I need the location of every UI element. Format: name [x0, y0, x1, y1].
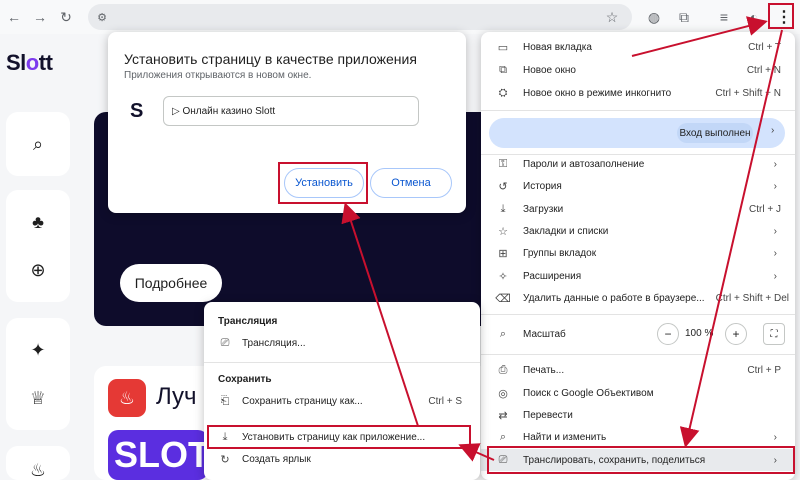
new-tab-icon: ▭ — [497, 41, 509, 54]
section-title: Луч — [156, 383, 197, 410]
search-card[interactable]: ⌕ — [6, 112, 70, 176]
menu-item-google-lens[interactable]: ◎ Поиск с Google Объективом — [481, 382, 795, 404]
find-icon: ⌕ — [499, 430, 507, 443]
reload-icon[interactable]: ↻ — [56, 7, 76, 27]
media-icon[interactable]: ≡ — [714, 7, 734, 27]
app-name-field[interactable]: ▷ Онлайн казино Slott — [163, 96, 419, 126]
badge-icon[interactable]: ✦ — [18, 330, 58, 370]
bookmark-star-icon[interactable]: ☆ — [602, 7, 622, 27]
tab-groups-icon: ⊞ — [498, 247, 508, 260]
download-icon: ⤓ — [500, 202, 506, 215]
submenu-header-cast: Трансляция — [218, 316, 278, 327]
category-card-3: ♨ — [6, 446, 70, 480]
zoom-in-button[interactable]: + — [725, 323, 747, 345]
menu-item-incognito[interactable]: ⛭ Новое окно в режиме инкогнито Ctrl + S… — [481, 82, 795, 104]
submenu-item-cast[interactable]: ⎚ Трансляция... — [204, 332, 480, 354]
menu-item-zoom: ⌕ Масштаб — [481, 322, 795, 346]
menu-item-downloads[interactable]: ⤓ Загрузки Ctrl + J — [481, 198, 795, 220]
menu-item-print[interactable]: ⎙ Печать... Ctrl + P — [481, 359, 795, 381]
chevron-right-icon: › — [773, 431, 777, 443]
save-icon: ⎗ — [220, 394, 230, 407]
cast-save-share-submenu: Трансляция ⎚ Трансляция... Сохранить ⎗ С… — [204, 302, 480, 480]
chevron-right-icon: › — [773, 247, 777, 259]
chevron-right-icon: › — [773, 225, 777, 237]
site-settings-icon[interactable]: ⚙ — [92, 7, 112, 27]
menu-item-extensions[interactable]: ✧ Расширения › — [481, 265, 795, 287]
category-card: ♣ ⊕ — [6, 190, 70, 302]
menu-item-new-window[interactable]: ⧉ Новое окно Ctrl + N — [481, 59, 795, 81]
key-icon: ⚿ — [498, 157, 508, 170]
highlight-install-item — [207, 425, 471, 449]
submenu-item-save-page[interactable]: ⎗ Сохранить страницу как... Ctrl + S — [204, 390, 480, 412]
menu-item-passwords[interactable]: ⚿ Пароли и автозаполнение › — [481, 153, 795, 175]
cancel-button[interactable]: Отмена — [370, 168, 452, 198]
menu-divider — [481, 314, 795, 315]
dialog-subtitle: Приложения открываются в новом окне. — [124, 70, 312, 81]
menu-item-bookmarks[interactable]: ☆ Закладки и списки › — [481, 220, 795, 242]
app-icon: S — [130, 100, 144, 122]
trophy-icon[interactable]: ♕ — [18, 378, 58, 418]
game-tile[interactable]: SLOT — [108, 430, 208, 480]
search-icon: ⌕ — [32, 133, 44, 154]
submenu-header-save: Сохранить — [218, 374, 272, 385]
site-logo[interactable]: Slott — [6, 50, 53, 76]
highlight-cast-item — [487, 446, 795, 474]
more-button[interactable]: Подробнее — [120, 264, 222, 302]
trash-icon: ⌫ — [495, 292, 511, 305]
dialog-title: Установить страницу в качестве приложени… — [124, 51, 417, 67]
chevron-right-icon: › — [773, 180, 777, 192]
history-icon: ↺ — [498, 180, 508, 193]
zoom-out-button[interactable]: − — [657, 323, 679, 345]
chevron-right-icon: › — [773, 158, 777, 170]
incognito-icon: ⛭ — [498, 86, 508, 99]
chrome-main-menu: ▭ Новая вкладка Ctrl + T ⧉ Новое окно Ct… — [481, 32, 795, 480]
menu-divider — [481, 354, 795, 355]
shortcut-icon: ↻ — [220, 453, 230, 466]
chevron-right-icon: › — [771, 125, 775, 136]
cast-icon: ⎚ — [220, 336, 230, 349]
menu-divider — [481, 110, 795, 111]
fullscreen-icon[interactable]: ⛶ — [763, 323, 785, 345]
category-card-2: ✦ ♕ — [6, 318, 70, 430]
menu-item-find-edit[interactable]: ⌕ Найти и изменить › — [481, 426, 795, 448]
submenu-item-create-shortcut[interactable]: ↻ Создать ярлык — [204, 448, 480, 470]
menu-item-history[interactable]: ↺ История › — [481, 175, 795, 197]
zoom-value: 100 % — [685, 328, 714, 339]
address-bar[interactable]: ⚙ ☆ — [88, 4, 632, 30]
signed-in-badge: Вход выполнен — [677, 123, 753, 143]
fire-icon: ♨ — [108, 379, 146, 417]
print-icon: ⎙ — [498, 363, 508, 376]
submenu-divider — [204, 362, 480, 363]
translate-icon: ⇄ — [498, 409, 508, 422]
chevron-right-icon: › — [773, 270, 777, 282]
menu-item-clear-data[interactable]: ⌫ Удалить данные о работе в браузере... … — [481, 287, 795, 309]
highlight-install-button — [278, 162, 368, 204]
back-icon[interactable]: ← — [4, 7, 24, 27]
forward-icon[interactable]: → — [30, 7, 50, 27]
cherries-icon[interactable]: ♣ — [18, 202, 58, 242]
globe-icon[interactable]: ◍ — [644, 7, 664, 27]
roulette-icon[interactable]: ⊕ — [18, 250, 58, 290]
star-icon: ☆ — [498, 225, 508, 238]
menu-item-tab-groups[interactable]: ⊞ Группы вкладок › — [481, 242, 795, 264]
new-window-icon: ⧉ — [499, 63, 507, 76]
zoom-icon: ⌕ — [499, 327, 507, 340]
highlight-menu-button — [768, 3, 794, 29]
menu-item-translate[interactable]: ⇄ Перевести — [481, 404, 795, 426]
menu-item-new-tab[interactable]: ▭ Новая вкладка Ctrl + T — [481, 36, 795, 58]
profile-icon[interactable]: ◐ — [744, 7, 764, 27]
puzzle-icon: ✧ — [498, 270, 508, 283]
browser-toolbar: ← → ↻ ⚙ ☆ ◍ ⧉ ≡ ◐ ⋮ — [0, 0, 800, 34]
lens-icon: ◎ — [498, 387, 508, 400]
fire-icon[interactable]: ♨ — [18, 450, 58, 480]
extensions-icon[interactable]: ⧉ — [674, 7, 694, 27]
